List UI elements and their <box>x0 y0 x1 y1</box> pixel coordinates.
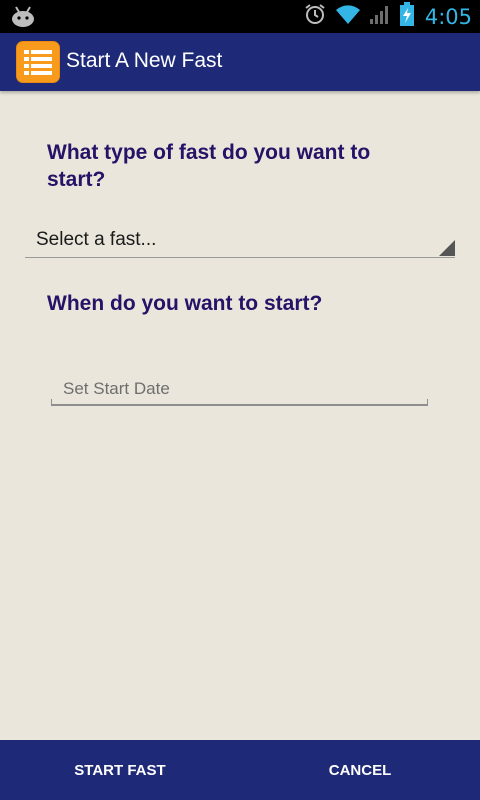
date-underline-tick-right <box>427 399 428 406</box>
status-bar: 4:05 <box>0 0 480 33</box>
date-underline <box>51 404 428 406</box>
date-underline-tick-left <box>51 399 52 406</box>
start-fast-button[interactable]: START FAST <box>0 740 240 800</box>
battery-charging-icon <box>399 2 415 31</box>
wifi-icon <box>335 3 361 30</box>
start-date-placeholder: Set Start Date <box>63 379 170 398</box>
start-date-field[interactable]: Set Start Date <box>51 372 428 406</box>
signal-icon <box>369 3 391 30</box>
start-question: When do you want to start? <box>47 292 323 315</box>
cancel-button[interactable]: CANCEL <box>240 740 480 800</box>
bottom-action-bar: START FAST CANCEL <box>0 740 480 800</box>
android-debug-icon <box>10 5 36 27</box>
action-bar: Start A New Fast <box>0 33 480 91</box>
alarm-icon <box>303 2 327 31</box>
page-title: Start A New Fast <box>66 49 223 72</box>
spinner-arrow-icon <box>439 240 455 256</box>
clock: 4:05 <box>424 4 472 29</box>
fast-type-spinner[interactable]: Select a fast... <box>25 222 455 258</box>
fast-type-selected: Select a fast... <box>36 229 157 250</box>
fast-type-question: What type of fast do you want to start? <box>47 141 371 191</box>
list-icon[interactable] <box>16 41 60 83</box>
